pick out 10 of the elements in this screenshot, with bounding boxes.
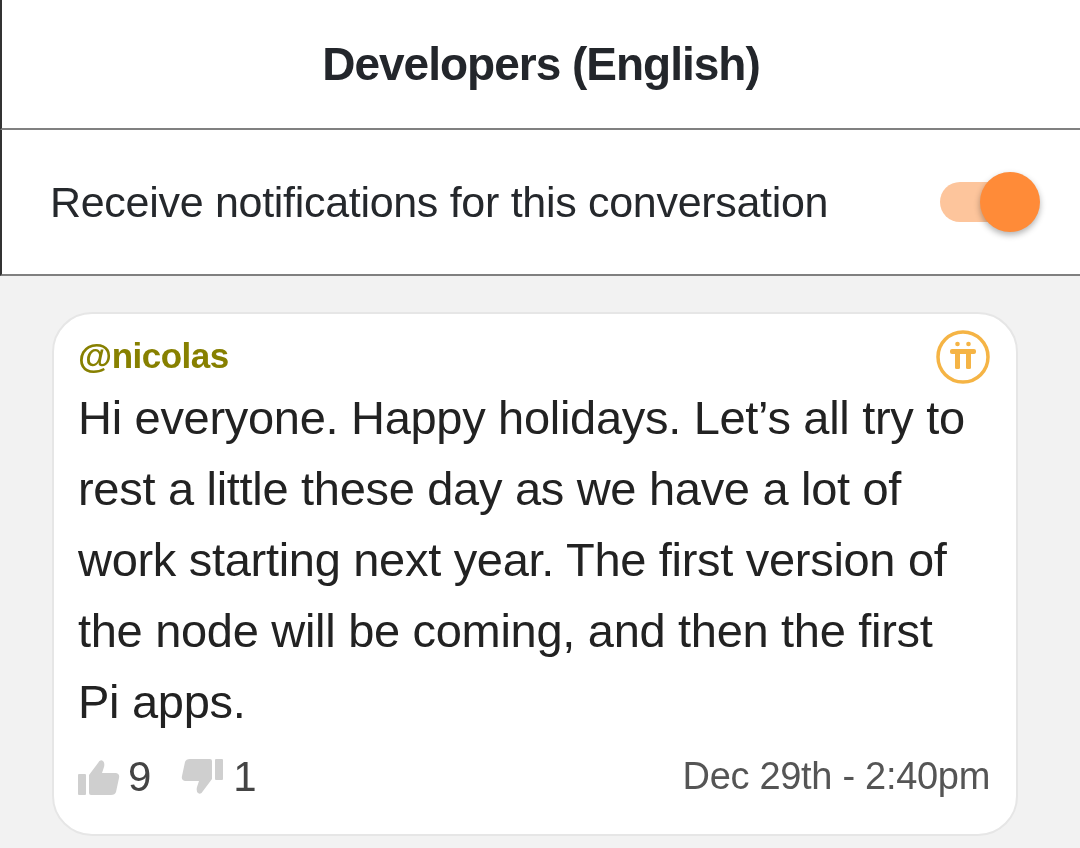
thumbs-up-icon[interactable] bbox=[78, 758, 120, 795]
message-author[interactable]: @nicolas bbox=[78, 330, 229, 383]
message-text: Hi everyone. Happy holidays. Let’s all try to rest a little these day as we have a lot of work starting next year. The first version of the node will be coming, and then the first Pi apps. bbox=[78, 390, 966, 730]
dislike-count: 1 bbox=[233, 752, 257, 802]
pi-coin-icon bbox=[936, 330, 990, 384]
thumbs-down-icon[interactable] bbox=[181, 758, 224, 795]
conversation-title: Developers (English) bbox=[322, 36, 760, 92]
like-count: 9 bbox=[128, 752, 152, 802]
message-timestamp: Dec 29th - 2:40pm bbox=[682, 754, 990, 799]
notification-label: Receive notifications for this conversation bbox=[50, 176, 829, 228]
